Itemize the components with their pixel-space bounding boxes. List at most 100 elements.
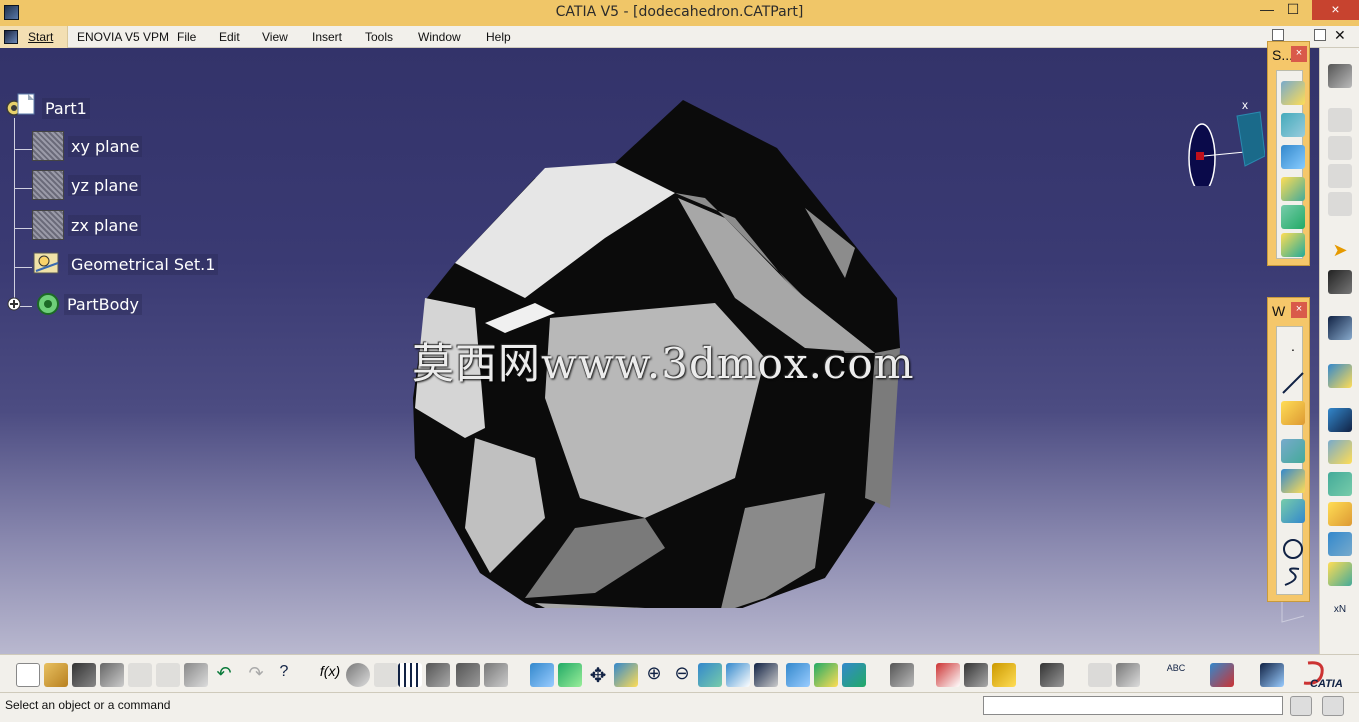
undo-icon[interactable]: ↶ — [212, 663, 236, 687]
update-icon[interactable] — [890, 663, 914, 687]
document-icon[interactable] — [4, 30, 18, 44]
axis-system-icon[interactable]: xN — [1328, 604, 1352, 628]
snap-icon[interactable] — [1328, 270, 1352, 294]
tree-label: Geometrical Set.1 — [68, 253, 219, 275]
shading-icon[interactable] — [786, 663, 810, 687]
intersection-icon[interactable] — [1281, 469, 1305, 493]
doc-restore-icon[interactable] — [1314, 29, 1326, 41]
fly-mode-icon[interactable] — [530, 663, 554, 687]
sketch-icon[interactable] — [1328, 316, 1352, 340]
doc-minimize-icon[interactable] — [1272, 29, 1284, 41]
table-icon[interactable] — [398, 663, 422, 687]
menu-start[interactable]: Start — [28, 30, 53, 44]
compass-widget[interactable] — [1185, 106, 1265, 186]
status-button-icon[interactable] — [1290, 696, 1312, 716]
rotate-icon[interactable] — [614, 663, 638, 687]
tree-label: PartBody — [64, 293, 142, 315]
revolve-surface-icon[interactable] — [1281, 113, 1305, 137]
material-icon[interactable] — [1210, 663, 1234, 687]
hide-show-icon[interactable] — [814, 663, 838, 687]
swap-space-icon[interactable] — [842, 663, 866, 687]
zoom-out-icon[interactable]: ⊖ — [670, 663, 694, 687]
status-bar: Select an object or a command — [0, 692, 1359, 722]
3d-viewport[interactable]: Part1 xy plane yz plane zx plane Geometr… — [0, 48, 1359, 654]
save-icon[interactable] — [72, 663, 96, 687]
apply-material-icon[interactable] — [992, 663, 1016, 687]
lock-icon[interactable] — [456, 663, 480, 687]
print-icon[interactable] — [100, 663, 124, 687]
grid-icon[interactable] — [1328, 408, 1352, 432]
catalog-icon[interactable] — [484, 663, 508, 687]
command-input[interactable] — [983, 696, 1283, 715]
close-icon[interactable]: × — [1291, 302, 1307, 318]
measure-inertia-icon[interactable] — [964, 663, 988, 687]
menu-edit[interactable]: Edit — [219, 30, 240, 44]
tree-connector — [14, 267, 32, 268]
new-file-icon[interactable] — [16, 663, 40, 687]
normal-view-icon[interactable] — [698, 663, 722, 687]
extrude-surface-icon[interactable] — [1281, 81, 1305, 105]
measure-icon[interactable] — [936, 663, 960, 687]
select-arrow-icon[interactable]: ➤ — [1328, 240, 1352, 264]
tree-label: yz plane — [68, 174, 142, 196]
wireframe-icon[interactable] — [1116, 663, 1140, 687]
menu-window[interactable]: Window — [418, 30, 461, 44]
healing-icon[interactable] — [1328, 472, 1352, 496]
fill-surface-icon[interactable] — [1281, 205, 1305, 229]
tree-item-geometrical-set[interactable]: Geometrical Set.1 — [32, 252, 219, 276]
pan-icon[interactable]: ✥ — [586, 663, 610, 687]
menu-enovia[interactable]: ENOVIA V5 VPM — [77, 30, 169, 44]
menu-bar: Start ENOVIA V5 VPM File Edit View Inser… — [0, 26, 1359, 48]
plane-tool-icon[interactable] — [1281, 401, 1305, 425]
maximize-button[interactable]: ☐ — [1276, 0, 1310, 20]
extract-icon[interactable] — [1328, 532, 1352, 556]
close-button[interactable]: × — [1312, 0, 1359, 20]
close-icon[interactable]: × — [1291, 46, 1307, 62]
wireframe-toolbar-panel[interactable]: W × · — [1267, 297, 1310, 602]
menu-tools[interactable]: Tools — [365, 30, 393, 44]
menu-insert[interactable]: Insert — [312, 30, 342, 44]
point-icon[interactable]: · — [1281, 341, 1305, 365]
axis-triad — [1278, 598, 1308, 631]
blend-surface-icon[interactable] — [1281, 233, 1305, 257]
tree-root-part1[interactable]: Part1 — [4, 93, 90, 120]
line-icon[interactable] — [1281, 371, 1305, 395]
menu-view[interactable]: View — [262, 30, 288, 44]
formula-icon[interactable]: f(x) — [318, 663, 342, 687]
projection-icon[interactable] — [1281, 439, 1305, 463]
menu-help[interactable]: Help — [486, 30, 511, 44]
join-icon[interactable] — [1328, 440, 1352, 464]
tree-item-zx-plane[interactable]: zx plane — [32, 210, 142, 240]
capture-camera-icon[interactable] — [1040, 663, 1064, 687]
sweep-surface-icon[interactable] — [1281, 177, 1305, 201]
open-folder-icon[interactable] — [44, 663, 68, 687]
sketch-analysis-icon[interactable] — [1260, 663, 1284, 687]
text-annotation-icon[interactable]: ABC — [1164, 663, 1188, 687]
multi-view-icon[interactable] — [726, 663, 750, 687]
circle-icon[interactable] — [1281, 537, 1305, 561]
fillet-icon[interactable] — [1328, 562, 1352, 586]
offset-surface-icon[interactable] — [1281, 145, 1305, 169]
trim-icon[interactable] — [1328, 502, 1352, 526]
whats-this-icon[interactable]: ? — [272, 663, 296, 687]
scan-icon[interactable] — [426, 663, 450, 687]
status-message: Select an object or a command — [5, 698, 171, 712]
doc-close-icon[interactable]: ✕ — [1334, 27, 1346, 44]
status-button-icon[interactable] — [1322, 696, 1344, 716]
menu-file[interactable]: File — [177, 30, 196, 44]
fit-all-icon[interactable] — [558, 663, 582, 687]
surfaces-toolbar-panel[interactable]: S... × — [1267, 41, 1310, 266]
offset-curve-icon[interactable] — [1281, 499, 1305, 523]
paste-icon — [1328, 136, 1352, 160]
paste-icon[interactable] — [184, 663, 208, 687]
partbody-gear-icon — [7, 293, 59, 315]
spline-icon[interactable] — [1281, 565, 1305, 589]
curve-analysis-icon[interactable] — [1328, 364, 1352, 388]
iso-view-icon[interactable] — [754, 663, 778, 687]
workbench-icon[interactable] — [1328, 64, 1352, 88]
zoom-in-icon[interactable]: ⊕ — [642, 663, 666, 687]
tree-item-yz-plane[interactable]: yz plane — [32, 170, 142, 200]
tree-item-partbody[interactable]: PartBody — [4, 292, 142, 316]
comment-icon[interactable] — [346, 663, 370, 687]
tree-item-xy-plane[interactable]: xy plane — [32, 131, 143, 161]
